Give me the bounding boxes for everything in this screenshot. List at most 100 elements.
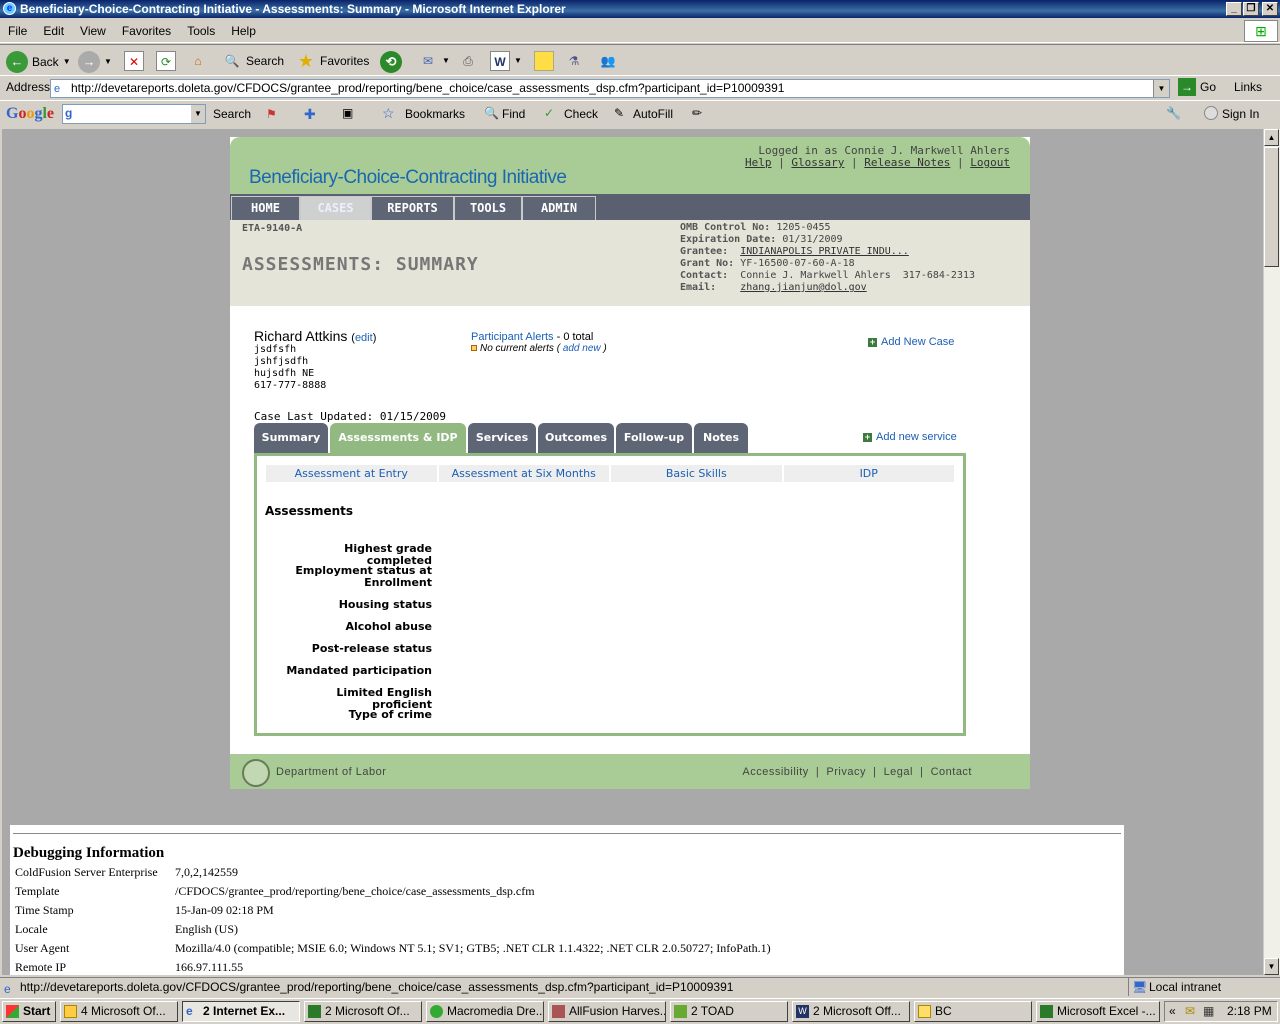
edit-word-button[interactable]: W ▼ [490, 51, 522, 71]
release-notes-link[interactable]: Release Notes [864, 156, 950, 169]
subtab-six-months[interactable]: Assessment at Six Months [438, 465, 609, 482]
maximize-button[interactable]: ❐ [1243, 2, 1259, 16]
task-microsoft-office[interactable]: 2 Microsoft Of... [304, 1001, 422, 1022]
logout-link[interactable]: Logout [970, 156, 1010, 169]
go-arrow-icon[interactable]: → [1178, 78, 1196, 96]
address-dropdown-icon[interactable]: ▼ [1153, 80, 1169, 97]
tab-assessments-idp[interactable]: Assessments & IDP [330, 423, 466, 454]
subtab-entry-link[interactable]: Assessment at Entry [295, 467, 408, 480]
task-dreamweaver[interactable]: Macromedia Dre... [426, 1001, 544, 1022]
tab-services[interactable]: Services [468, 423, 536, 453]
note-button[interactable] [534, 51, 554, 71]
subtab-basic-skills[interactable]: Basic Skills [611, 465, 782, 482]
home-button[interactable]: ⌂ [188, 51, 208, 71]
subtab-basic-skills-link[interactable]: Basic Skills [666, 467, 727, 480]
print-button[interactable]: ⎙ [458, 51, 478, 71]
back-button[interactable]: ← Back ▼ [6, 51, 71, 73]
tab-follow-up[interactable]: Follow-up [616, 423, 692, 453]
autofill-button[interactable]: AutoFill [633, 107, 673, 121]
task-microsoft-office-2[interactable]: W2 Microsoft Off... [792, 1001, 910, 1022]
history-button[interactable]: ⟲ [380, 51, 402, 73]
participant-alerts-link[interactable]: Participant Alerts [471, 331, 554, 343]
print-icon: ⎙ [463, 54, 473, 68]
links-button[interactable]: Links [1234, 80, 1262, 94]
bookmarks-button[interactable]: Bookmarks [405, 107, 465, 121]
subtab-six-months-link[interactable]: Assessment at Six Months [452, 467, 596, 480]
tab-outcomes[interactable]: Outcomes [538, 423, 614, 453]
subtab-idp[interactable]: IDP [783, 465, 954, 482]
grantee-link[interactable]: INDIANAPOLIS PRIVATE INDU... [740, 246, 909, 257]
messenger-button[interactable]: 👥 [598, 51, 618, 71]
pagerank-icon[interactable]: ⚑ [266, 107, 277, 121]
wrench-icon[interactable]: 🔧 [1166, 106, 1181, 120]
tray-expand-icon[interactable]: « [1169, 1002, 1176, 1021]
research-button[interactable]: ⚗ [564, 51, 584, 71]
email-link[interactable]: zhang.jianjun@dol.gov [740, 282, 866, 293]
add-new-service-link[interactable]: Add new service [876, 431, 957, 443]
edit-link[interactable]: edit [355, 332, 373, 344]
subtab-entry[interactable]: Assessment at Entry [266, 465, 437, 482]
privacy-link[interactable]: Privacy [826, 766, 866, 778]
scroll-down-icon[interactable]: ▼ [1264, 958, 1279, 975]
network-tray-icon[interactable]: ▦ [1203, 1002, 1214, 1021]
status-url: http://devetareports.doleta.gov/CFDOCS/g… [20, 980, 734, 994]
search-dropdown-icon[interactable]: ▼ [191, 105, 205, 123]
menu-file[interactable]: File [0, 19, 35, 43]
menu-tools[interactable]: Tools [179, 19, 223, 43]
scroll-up-icon[interactable]: ▲ [1264, 129, 1279, 146]
field-label: Employment status at Enrollment [295, 564, 432, 589]
favorites-button[interactable]: ★ Favorites [296, 51, 369, 71]
check-button[interactable]: Check [564, 107, 598, 121]
menu-help[interactable]: Help [223, 19, 264, 43]
nav-admin[interactable]: ADMIN [522, 196, 596, 220]
nav-reports[interactable]: REPORTS [371, 196, 454, 220]
menu-favorites[interactable]: Favorites [114, 19, 179, 43]
glossary-link[interactable]: Glossary [791, 156, 844, 169]
task-internet-explorer[interactable]: e2 Internet Ex... [182, 1001, 300, 1022]
task-allfusion[interactable]: AllFusion Harves... [548, 1001, 666, 1022]
tab-notes[interactable]: Notes [694, 423, 748, 453]
legal-link[interactable]: Legal [884, 766, 913, 778]
plus-icon[interactable]: ✚ [304, 106, 316, 123]
windows-logo-icon: ⊞ [1244, 20, 1278, 42]
contact-link[interactable]: Contact [931, 766, 972, 778]
address-input[interactable]: e http://devetareports.doleta.gov/CFDOCS… [50, 79, 1170, 98]
start-button[interactable]: Start [2, 1001, 56, 1022]
google-search-button[interactable]: Search [213, 107, 251, 121]
refresh-button[interactable]: ⟳ [156, 51, 176, 71]
menu-edit[interactable]: Edit [35, 19, 72, 43]
scroll-thumb[interactable] [1264, 147, 1279, 267]
add-alert-link[interactable]: add new [563, 343, 601, 354]
debug-key: Template [15, 884, 60, 898]
task-excel[interactable]: Microsoft Excel -... [1036, 1001, 1160, 1022]
accessibility-link[interactable]: Accessibility [742, 766, 808, 778]
google-search-input[interactable]: g ▼ [62, 104, 206, 124]
forward-button[interactable]: → ▼ [78, 51, 112, 73]
plus-icon: + [863, 431, 872, 442]
stop-button[interactable]: ✕ [124, 51, 144, 71]
close-button[interactable]: ✕ [1262, 2, 1278, 16]
subtab-idp-link[interactable]: IDP [860, 467, 878, 480]
go-button[interactable]: Go [1200, 80, 1216, 94]
mail-button[interactable]: ✉ ▼ [418, 51, 450, 71]
nav-cases[interactable]: CASES [300, 196, 371, 220]
minimize-button[interactable]: _ [1226, 2, 1242, 16]
help-link[interactable]: Help [745, 156, 772, 169]
task-toad[interactable]: 2 TOAD [670, 1001, 788, 1022]
find-button[interactable]: Find [502, 107, 525, 121]
task-outlook[interactable]: 4 Microsoft Of... [60, 1001, 178, 1022]
search-button[interactable]: 🔍 Search [222, 51, 285, 71]
window-title: Beneficiary-Choice-Contracting Initiativ… [20, 2, 566, 16]
task-bc-folder[interactable]: BC [914, 1001, 1032, 1022]
debug-title: Debugging Information [13, 845, 165, 861]
tab-summary[interactable]: Summary [254, 423, 328, 453]
nav-home[interactable]: HOME [231, 196, 300, 220]
nav-tools[interactable]: TOOLS [454, 196, 522, 220]
word-task-icon: W [796, 1005, 809, 1018]
mail-tray-icon[interactable]: ✉ [1185, 1002, 1195, 1021]
menu-view[interactable]: View [72, 19, 114, 43]
add-new-case-link[interactable]: Add New Case [881, 336, 954, 348]
sign-in-button[interactable]: Sign In [1222, 107, 1259, 121]
highlight-icon[interactable]: ✏ [692, 106, 702, 120]
popup-blocker-icon[interactable]: ▣ [342, 106, 353, 120]
